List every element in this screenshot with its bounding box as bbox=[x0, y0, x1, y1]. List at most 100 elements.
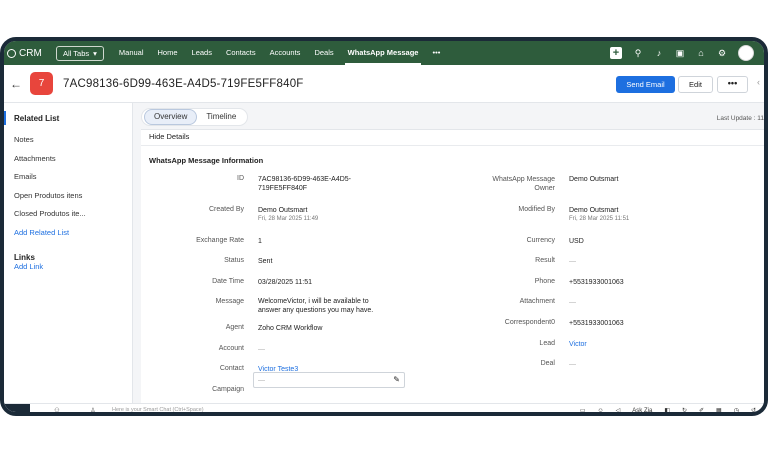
nav-tab-home[interactable]: Home bbox=[151, 41, 185, 65]
field-label-status: Status bbox=[224, 257, 244, 264]
last-update-text: Last Update : 11 bbox=[716, 115, 764, 122]
ask-zia-button[interactable]: Ask Zia bbox=[632, 408, 652, 413]
send-email-button[interactable]: Send Email bbox=[616, 76, 675, 93]
field-label-modified-by: Modified By bbox=[518, 206, 555, 213]
nav-tab-whatsapp-message[interactable]: WhatsApp Message bbox=[341, 41, 426, 65]
record-header: ← 7 7AC98136-6D99-463E-A4D5-719FE5FF840F… bbox=[4, 65, 764, 103]
nav-tab-manual[interactable]: Manual bbox=[112, 41, 151, 65]
clock-icon[interactable]: ◷ bbox=[734, 407, 739, 412]
field-value-lead[interactable]: Victor bbox=[569, 340, 587, 349]
history-icon[interactable]: ↺ bbox=[751, 407, 756, 412]
emoji-icon[interactable]: ☺ bbox=[598, 408, 604, 413]
hide-details-link[interactable]: Hide Details bbox=[149, 132, 189, 141]
bottom-bar: ⚇ ♙ Here is your Smart Chat (Ctrl+Space)… bbox=[4, 403, 764, 413]
field-label-agent: Agent bbox=[225, 324, 244, 331]
more-actions-button[interactable]: ••• bbox=[717, 76, 748, 93]
links-title: Links bbox=[14, 253, 35, 262]
field-label-result: Result bbox=[535, 257, 555, 264]
field-value-result: — bbox=[569, 258, 576, 265]
notes-icon[interactable]: ✐ bbox=[699, 407, 704, 412]
field-label-exchange-rate: Exchange Rate bbox=[196, 237, 244, 244]
nav-tab-contacts[interactable]: Contacts bbox=[219, 41, 263, 65]
all-tabs-button[interactable]: All Tabs ▾ bbox=[56, 45, 104, 61]
chevron-left-icon[interactable]: ‹ bbox=[757, 77, 760, 87]
sidebar-item-emails[interactable]: Emails bbox=[14, 172, 37, 181]
add-link[interactable]: Add Link bbox=[14, 262, 43, 271]
sidebar-item-notes[interactable]: Notes bbox=[14, 135, 34, 144]
field-label-owner: WhatsApp Message Owner bbox=[492, 176, 555, 192]
field-value-deal: — bbox=[569, 361, 576, 368]
field-value-created-by: Demo Outsmart bbox=[258, 207, 308, 214]
section-title: WhatsApp Message Information bbox=[149, 156, 264, 165]
chevron-down-icon: ▾ bbox=[93, 48, 97, 58]
people-icon[interactable]: ⚇ bbox=[52, 407, 62, 413]
record-title: 7AC98136-6D99-463E-A4D5-719FE5FF840F bbox=[63, 77, 304, 90]
all-tabs-label: All Tabs bbox=[63, 48, 90, 58]
field-label-created-by: Created By bbox=[208, 206, 244, 213]
back-arrow-icon[interactable]: ← bbox=[10, 77, 22, 91]
sidebar-item-open-produtos[interactable]: Open Produtos itens bbox=[14, 191, 82, 200]
create-plus-icon[interactable]: + bbox=[610, 47, 622, 59]
search-icon[interactable]: ⚲ bbox=[633, 48, 643, 58]
nav-more-button[interactable]: ••• bbox=[425, 41, 447, 65]
field-value-attachment: — bbox=[569, 299, 576, 306]
field-label-date-time: Date Time bbox=[212, 278, 244, 285]
field-value-message: WelcomeVictor, i will be available to an… bbox=[258, 298, 374, 314]
logo-text: CRM bbox=[19, 47, 42, 59]
view-tabs: Overview Timeline bbox=[141, 108, 249, 126]
tab-timeline[interactable]: Timeline bbox=[197, 110, 245, 124]
smart-chat-input[interactable]: Here is your Smart Chat (Ctrl+Space) bbox=[112, 407, 204, 412]
nav-tab-deals[interactable]: Deals bbox=[307, 41, 340, 65]
field-value-exchange-rate: 1 bbox=[258, 238, 262, 245]
crm-logo[interactable]: CRM bbox=[4, 48, 54, 59]
edit-button[interactable]: Edit bbox=[678, 76, 713, 93]
sidebar-item-closed-produtos[interactable]: Closed Produtos ite... bbox=[14, 209, 86, 218]
sidebar-active-indicator bbox=[4, 111, 6, 125]
notification-bell-icon[interactable]: ♪ bbox=[654, 48, 664, 58]
record-badge: 7 bbox=[30, 72, 53, 95]
grid-icon[interactable]: ▦ bbox=[716, 407, 722, 412]
details-panel: Hide Details WhatsApp Message Informatio… bbox=[141, 129, 764, 403]
field-label-id: ID bbox=[237, 175, 244, 182]
nav-tab-accounts[interactable]: Accounts bbox=[263, 41, 308, 65]
field-label-lead: Lead bbox=[539, 340, 555, 347]
divider bbox=[141, 145, 764, 146]
field-label-deal: Deal bbox=[540, 360, 555, 367]
monitor-icon[interactable]: ▭ bbox=[580, 407, 586, 412]
app-window: CRM All Tabs ▾ Manual Home Leads Contact… bbox=[0, 37, 768, 416]
related-list-title: Related List bbox=[14, 114, 60, 123]
refresh-icon[interactable]: ↻ bbox=[682, 407, 687, 412]
field-label-currency: Currency bbox=[526, 237, 555, 244]
field-value-phone: +5531933001063 bbox=[569, 279, 624, 286]
module-tabs: Manual Home Leads Contacts Accounts Deal… bbox=[112, 41, 447, 65]
field-label-correspondent: Correspondent0 bbox=[504, 319, 555, 326]
add-related-list-link[interactable]: Add Related List bbox=[14, 228, 69, 237]
gear-icon[interactable]: ⚙ bbox=[717, 48, 727, 58]
campaign-value: — bbox=[258, 377, 265, 384]
campaign-input[interactable]: — ✎ bbox=[253, 372, 405, 388]
pencil-edit-icon[interactable]: ✎ bbox=[393, 375, 400, 384]
field-value-modified-by: Demo Outsmart bbox=[569, 207, 619, 214]
field-value-currency: USD bbox=[569, 238, 584, 245]
field-sub-created-time: Fri, 28 Mar 2025 11:49 bbox=[258, 216, 319, 222]
person-icon[interactable]: ♙ bbox=[88, 407, 98, 413]
megaphone-icon[interactable]: ◁ bbox=[616, 407, 621, 412]
field-label-message: Message bbox=[215, 298, 244, 305]
calendar-icon[interactable]: ▣ bbox=[675, 48, 685, 58]
field-value-account: — bbox=[258, 346, 265, 353]
top-nav: CRM All Tabs ▾ Manual Home Leads Contact… bbox=[4, 41, 764, 65]
field-value-id: 7AC98136-6D99-463E-A4D5-719FE5FF840F bbox=[258, 176, 351, 192]
sidebar-item-attachments[interactable]: Attachments bbox=[14, 154, 56, 163]
field-label-phone: Phone bbox=[534, 278, 555, 285]
field-label-account: Account bbox=[218, 345, 244, 352]
marketplace-icon[interactable]: ⌂ bbox=[696, 48, 706, 58]
field-sub-modified-time: Fri, 28 Mar 2025 11:51 bbox=[569, 216, 630, 222]
chat-launcher[interactable] bbox=[4, 403, 30, 412]
related-list-sidebar: Related List Notes Attachments Emails Op… bbox=[4, 103, 133, 403]
tab-overview[interactable]: Overview bbox=[144, 109, 198, 125]
field-value-date-time: 03/28/2025 11:51 bbox=[258, 279, 312, 286]
zia-icon[interactable]: ◧ bbox=[664, 407, 670, 412]
field-value-status: Sent bbox=[258, 258, 273, 265]
user-avatar[interactable] bbox=[738, 45, 754, 61]
nav-tab-leads[interactable]: Leads bbox=[185, 41, 219, 65]
